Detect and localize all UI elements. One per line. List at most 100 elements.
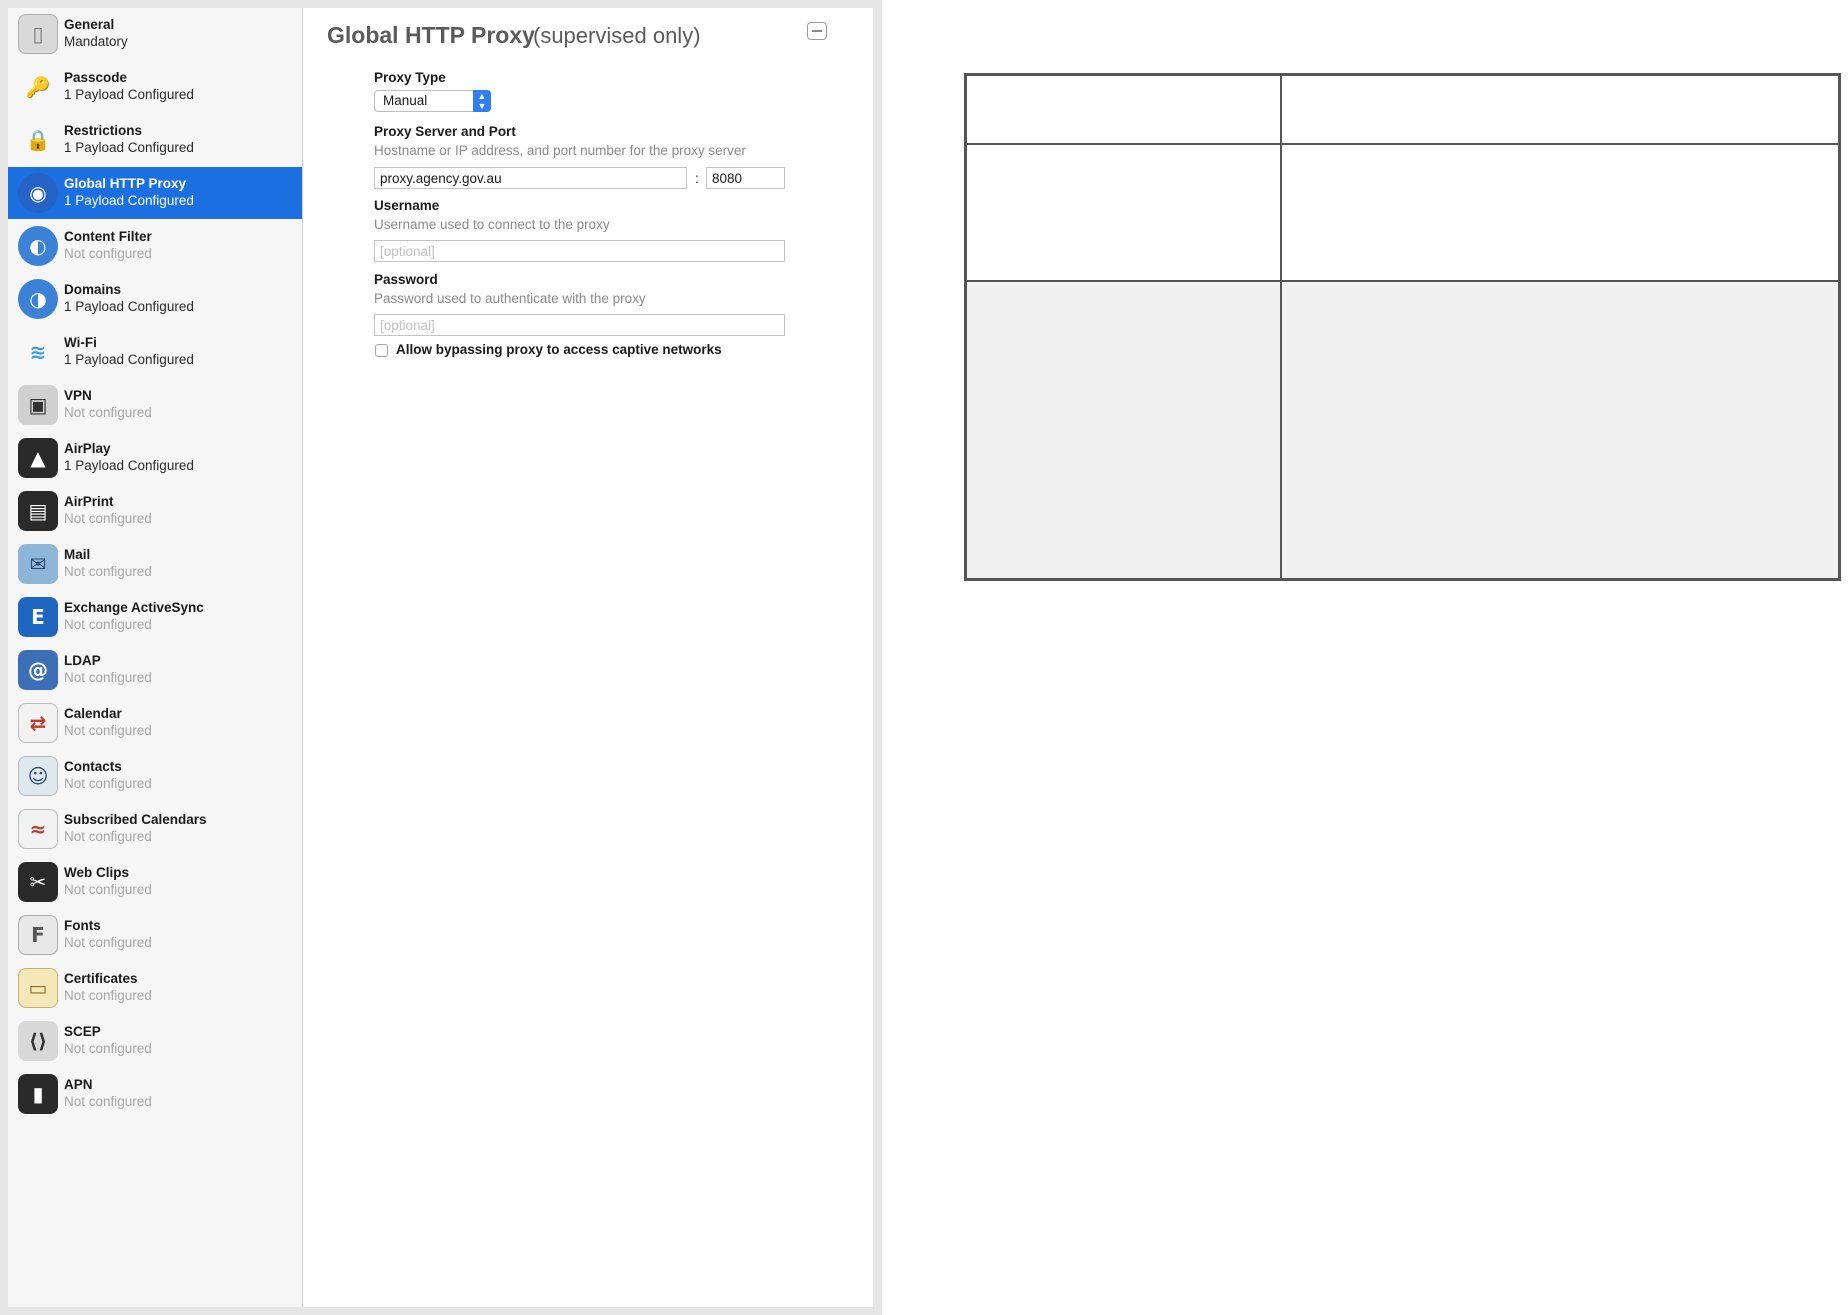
- sidebar-item-wi-fi[interactable]: ≋ Wi-Fi 1 Payload Configured: [8, 326, 302, 378]
- sidebar-item-title: SCEP: [64, 1024, 101, 1039]
- sidebar-item-status: 1 Payload Configured: [64, 299, 194, 314]
- sidebar-item-title: APN: [64, 1077, 93, 1092]
- sidebar-item-status: Not configured: [64, 723, 152, 738]
- sidebar-item-status: Not configured: [64, 1094, 152, 1109]
- sidebar-item-text: AirPlay 1 Payload Configured: [64, 440, 194, 474]
- sidebar-item-status: Mandatory: [64, 34, 128, 49]
- sidebar-item-text: Calendar Not configured: [64, 705, 152, 739]
- webclip-scissors-icon: ✂: [18, 862, 58, 902]
- sidebar-item-title: VPN: [64, 388, 92, 403]
- table-cell-shaded: [967, 282, 1280, 578]
- table-cell: [967, 76, 1280, 143]
- payload-content-panel: Global HTTP Proxy (supervised only) Prox…: [303, 8, 873, 1307]
- apn-icon: ▮: [18, 1074, 58, 1114]
- sidebar-item-text: Fonts Not configured: [64, 917, 152, 951]
- sidebar-item-text: SCEP Not configured: [64, 1023, 152, 1057]
- sidebar-item-title: Content Filter: [64, 229, 152, 244]
- proxy-port-field[interactable]: [706, 167, 785, 189]
- sidebar-item-title: Global HTTP Proxy: [64, 176, 187, 191]
- sidebar-item-airprint[interactable]: ▤ AirPrint Not configured: [8, 485, 302, 537]
- table-cell: [1282, 145, 1838, 280]
- printer-icon: ▤: [18, 491, 58, 531]
- subscribed-calendar-icon: ≈: [18, 809, 58, 849]
- sidebar-item-title: AirPrint: [64, 494, 114, 509]
- sidebar-item-status: 1 Payload Configured: [64, 87, 194, 102]
- sidebar-item-content-filter[interactable]: ◐ Content Filter Not configured: [8, 220, 302, 272]
- sidebar-item-mail[interactable]: ✉ Mail Not configured: [8, 538, 302, 590]
- sidebar-item-domains[interactable]: ◑ Domains 1 Payload Configured: [8, 273, 302, 325]
- profile-window: ▯ General Mandatory 🔑 Passcode 1 Payload Conf…: [0, 0, 882, 1315]
- proxy-type-label: Proxy Type: [374, 70, 446, 85]
- sidebar-item-title: LDAP: [64, 653, 101, 668]
- general-icon: ▯: [18, 14, 58, 54]
- sidebar-item-status: Not configured: [64, 564, 152, 579]
- key-icon: 🔑: [25, 75, 51, 99]
- sidebar-item-status: Not configured: [64, 246, 152, 261]
- sidebar-item-status: 1 Payload Configured: [64, 352, 194, 367]
- sidebar-item-text: APN Not configured: [64, 1076, 152, 1110]
- bypass-captive-checkbox[interactable]: [375, 344, 388, 357]
- chevron-updown-icon: ▲ ▼: [473, 90, 491, 112]
- sidebar-item-status: Not configured: [64, 776, 152, 791]
- sidebar-item-status: Not configured: [64, 935, 152, 950]
- sidebar-item-status: 1 Payload Configured: [64, 140, 194, 155]
- username-field[interactable]: [374, 240, 785, 262]
- sidebar-item-contacts[interactable]: ☺ Contacts Not configured: [8, 750, 302, 802]
- proxy-host-field[interactable]: [374, 167, 687, 189]
- password-hint: Password used to authenticate with the p…: [374, 291, 646, 306]
- sidebar-item-title: Restrictions: [64, 123, 143, 138]
- sidebar-item-scep[interactable]: ⟨⟩ SCEP Not configured: [8, 1015, 302, 1067]
- table-cell: [967, 145, 1280, 280]
- contacts-icon: ☺: [18, 756, 58, 796]
- proxy-server-hint: Hostname or IP address, and port number …: [374, 143, 746, 158]
- remove-payload-button[interactable]: [807, 22, 827, 40]
- sidebar-item-title: AirPlay: [64, 441, 111, 456]
- sidebar-item-text: AirPrint Not configured: [64, 493, 152, 527]
- globe-icon: ◉: [18, 173, 58, 213]
- proxy-type-value: Manual: [383, 93, 428, 108]
- sidebar-item-text: Content Filter Not configured: [64, 228, 152, 262]
- exchange-icon: E: [18, 597, 58, 637]
- sidebar-item-text: Exchange ActiveSync Not configured: [64, 599, 204, 633]
- sidebar-item-status: Not configured: [64, 1041, 152, 1056]
- proxy-server-label: Proxy Server and Port: [374, 124, 516, 139]
- sidebar-item-title: Subscribed Calendars: [64, 812, 207, 827]
- sidebar-item-passcode[interactable]: 🔑 Passcode 1 Payload Configured: [8, 61, 302, 113]
- sidebar-item-certificates[interactable]: ▭ Certificates Not configured: [8, 962, 302, 1014]
- username-hint: Username used to connect to the proxy: [374, 217, 610, 232]
- sidebar-item-title: Exchange ActiveSync: [64, 600, 204, 615]
- sidebar-item-global-http-proxy[interactable]: ◉ Global HTTP Proxy 1 Payload Configured: [8, 167, 302, 219]
- sidebar-item-text: Mail Not configured: [64, 546, 152, 580]
- sidebar-item-text: Global HTTP Proxy 1 Payload Configured: [64, 175, 194, 209]
- sidebar-item-status: 1 Payload Configured: [64, 193, 194, 208]
- sidebar-item-ldap[interactable]: @ LDAP Not configured: [8, 644, 302, 696]
- password-label: Password: [374, 272, 438, 287]
- password-field[interactable]: [374, 314, 785, 336]
- sidebar-item-airplay[interactable]: ▲ AirPlay 1 Payload Configured: [8, 432, 302, 484]
- proxy-type-select[interactable]: Manual ▲ ▼: [374, 90, 491, 112]
- sidebar-item-exchange-activesync[interactable]: E Exchange ActiveSync Not configured: [8, 591, 302, 643]
- sidebar-item-fonts[interactable]: F Fonts Not configured: [8, 909, 302, 961]
- sidebar-item-title: Mail: [64, 547, 91, 562]
- sidebar-item-title: Passcode: [64, 70, 128, 85]
- airplay-icon: ▲: [18, 438, 58, 478]
- sidebar-item-general[interactable]: ▯ General Mandatory: [8, 8, 302, 60]
- sidebar-item-restrictions[interactable]: 🔒 Restrictions 1 Payload Configured: [8, 114, 302, 166]
- sidebar-item-text: Domains 1 Payload Configured: [64, 281, 194, 315]
- sidebar-item-subscribed-calendars[interactable]: ≈ Subscribed Calendars Not configured: [8, 803, 302, 855]
- sidebar-item-text: LDAP Not configured: [64, 652, 152, 686]
- table-cell: [1282, 76, 1838, 143]
- table-cell-shaded: [1282, 282, 1838, 578]
- sidebar-item-calendar[interactable]: ⇄ Calendar Not configured: [8, 697, 302, 749]
- sidebar-item-apn[interactable]: ▮ APN Not configured: [8, 1068, 302, 1120]
- wifi-icon: ≋: [29, 340, 47, 364]
- vpn-lock-icon: ▣: [18, 385, 58, 425]
- sidebar-item-text: Restrictions 1 Payload Configured: [64, 122, 194, 156]
- sidebar-item-status: Not configured: [64, 511, 152, 526]
- sidebar-item-web-clips[interactable]: ✂ Web Clips Not configured: [8, 856, 302, 908]
- sidebar-item-text: Subscribed Calendars Not configured: [64, 811, 207, 845]
- sidebar-item-text: Passcode 1 Payload Configured: [64, 69, 194, 103]
- sidebar-item-status: Not configured: [64, 988, 152, 1003]
- sidebar-item-vpn[interactable]: ▣ VPN Not configured: [8, 379, 302, 431]
- padlock-icon: 🔒: [25, 128, 51, 152]
